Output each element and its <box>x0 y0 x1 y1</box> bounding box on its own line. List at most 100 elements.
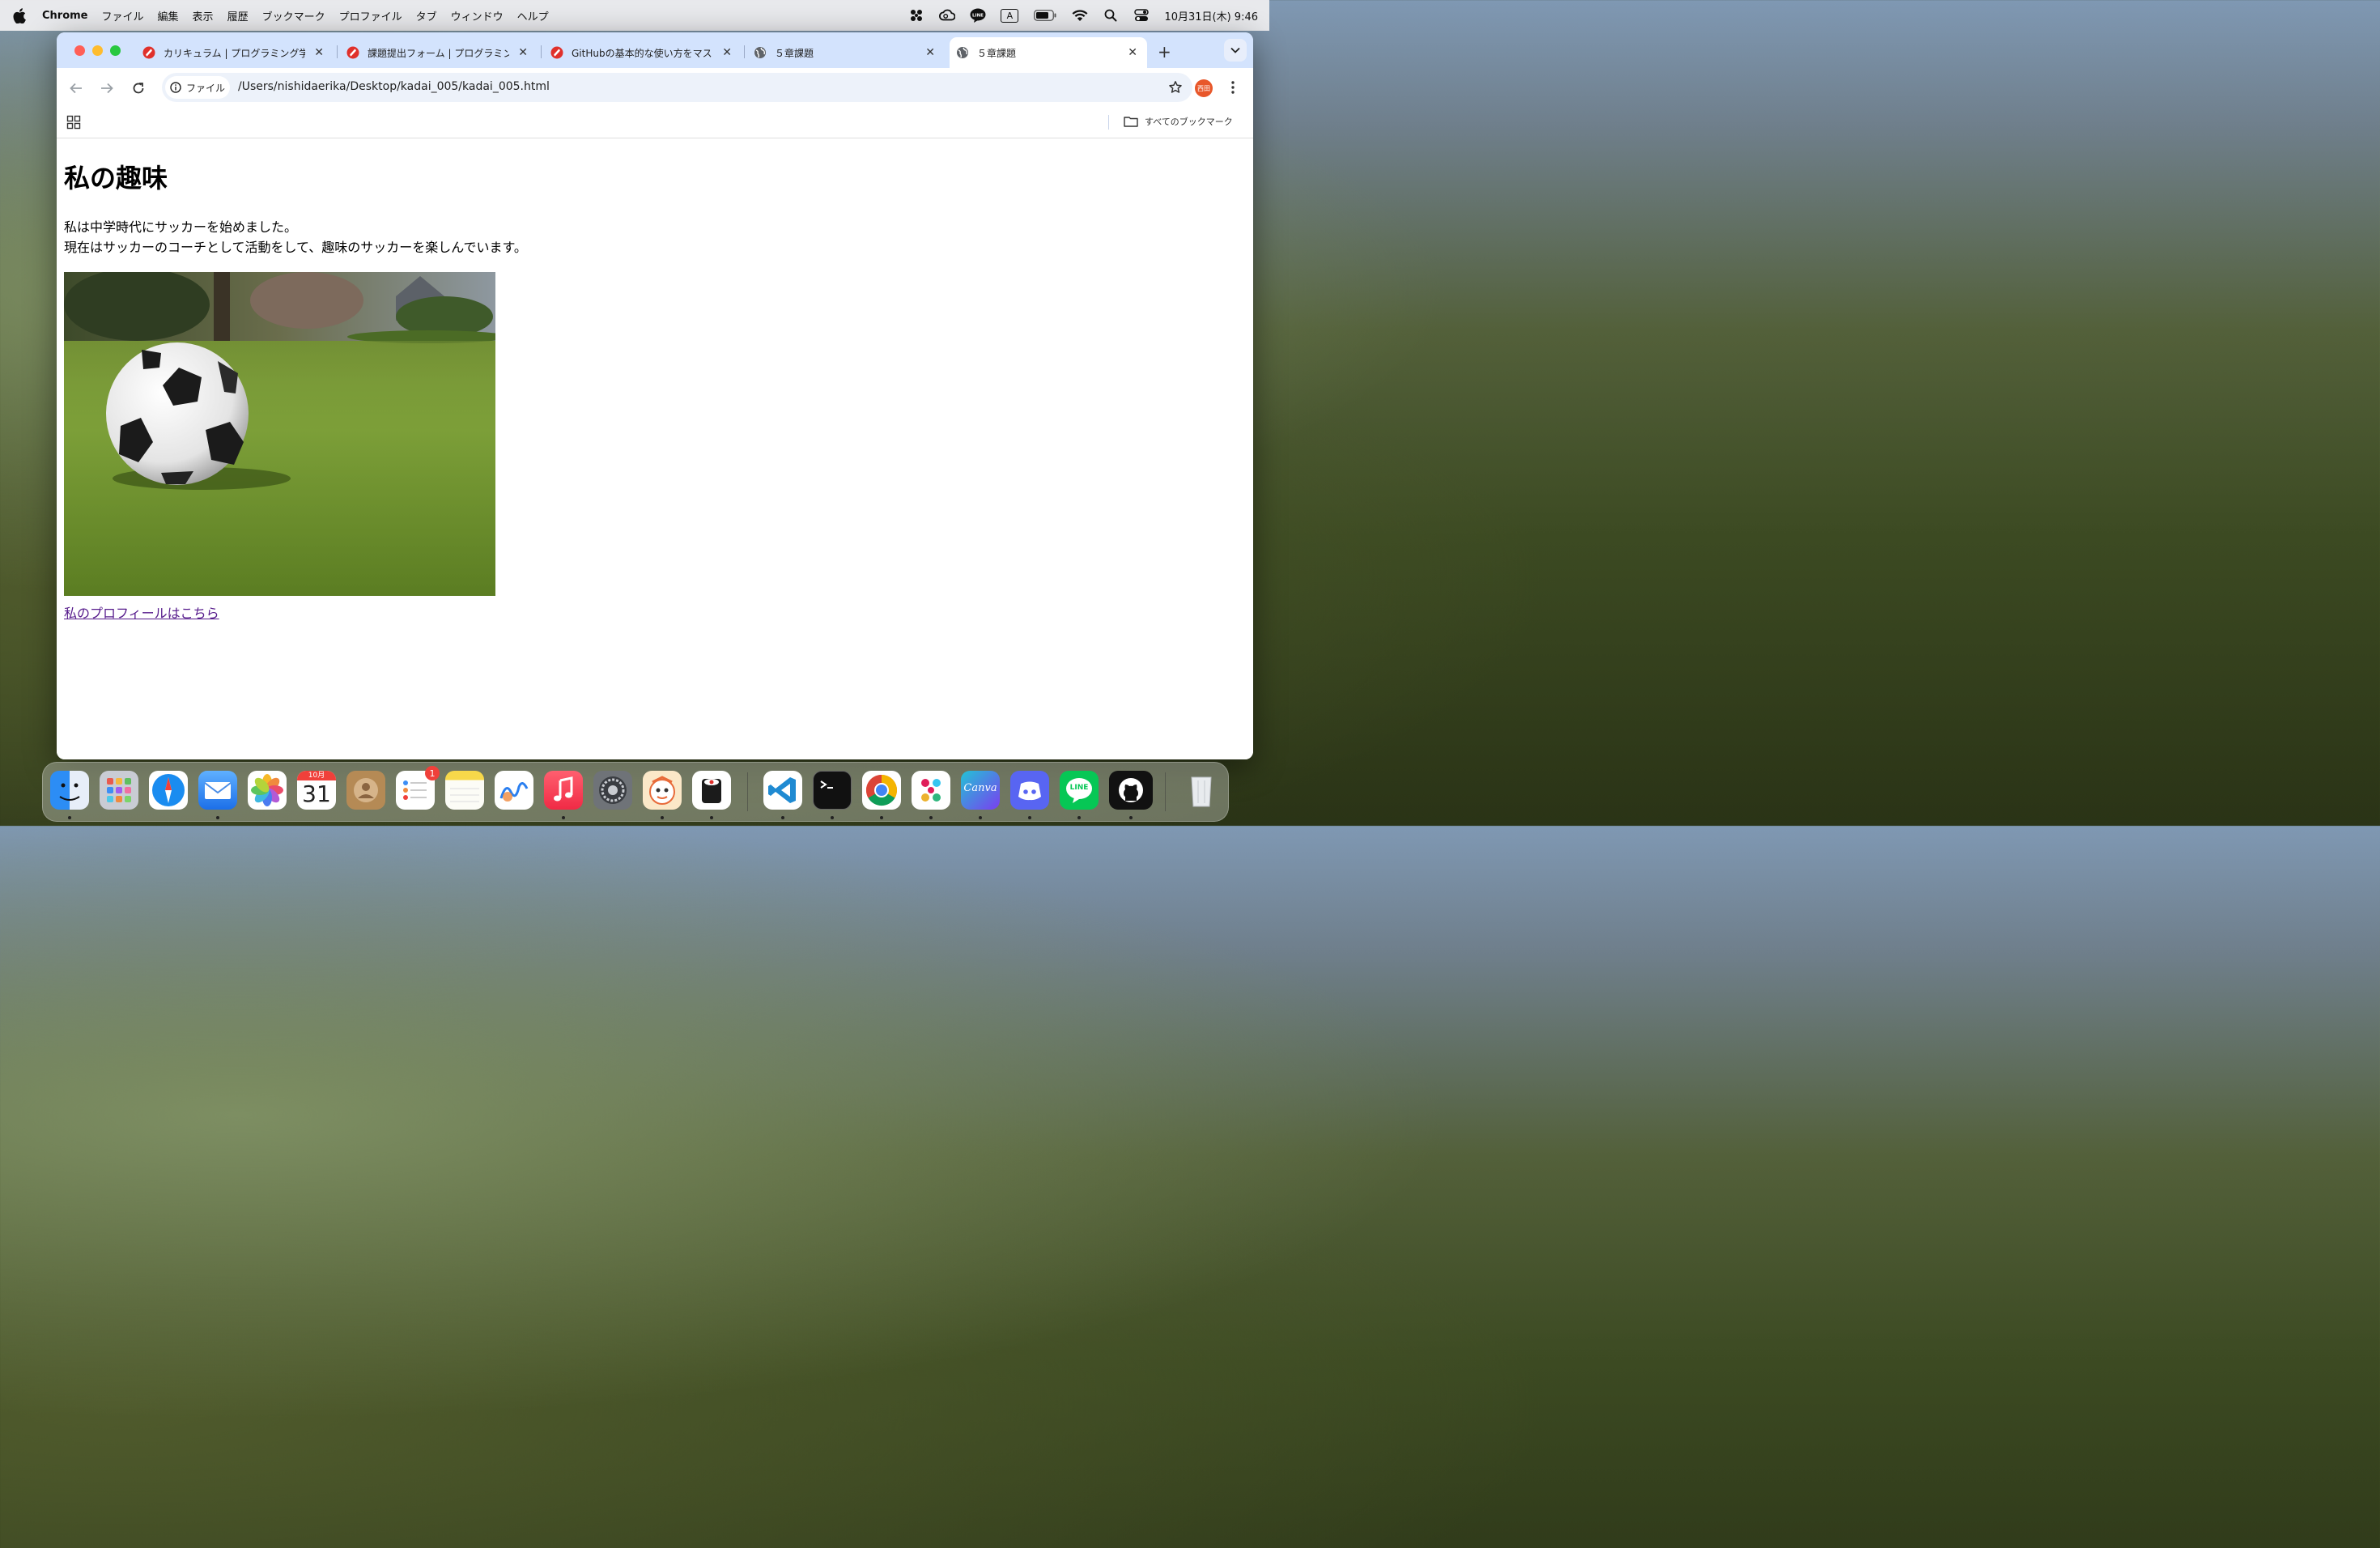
notes-icon[interactable] <box>445 771 484 810</box>
tab-github-guide[interactable]: GitHubの基本的な使い方をマス ✕ <box>544 37 742 68</box>
character-app-icon[interactable] <box>643 771 682 810</box>
menu-view[interactable]: 表示 <box>193 8 214 23</box>
running-indicator <box>216 816 219 819</box>
menu-tab[interactable]: タブ <box>416 8 437 23</box>
profile-link[interactable]: 私のプロフィールはこちら <box>64 602 219 622</box>
menubar-clock[interactable]: 10月31日(木) 9:46 <box>1164 8 1258 23</box>
spotlight-icon[interactable] <box>1103 8 1119 23</box>
safari-icon[interactable] <box>149 771 188 810</box>
apps-grid-icon[interactable] <box>66 115 81 130</box>
running-indicator <box>929 816 933 819</box>
reload-icon <box>133 83 144 94</box>
github-desktop-icon[interactable] <box>1109 771 1153 810</box>
running-indicator <box>562 816 565 819</box>
back-button[interactable] <box>67 79 85 97</box>
tab-search-button[interactable] <box>1224 39 1247 62</box>
close-window-button[interactable] <box>74 45 85 56</box>
tab-chapter5-active[interactable]: ５章課題 ✕ <box>950 37 1147 68</box>
battery-icon[interactable] <box>1033 8 1057 23</box>
minimize-window-button[interactable] <box>92 45 103 56</box>
input-source-icon[interactable]: A <box>1001 8 1019 23</box>
bookmarks-bar: すべてのブックマーク <box>57 108 1253 138</box>
window-controls <box>74 45 121 56</box>
folder-icon <box>1124 117 1138 127</box>
new-tab-button[interactable]: + <box>1158 42 1171 62</box>
tab-title: GitHubの基本的な使い方をマス <box>572 47 712 59</box>
freeform-icon[interactable] <box>495 771 533 810</box>
running-indicator <box>979 816 982 819</box>
close-icon[interactable]: ✕ <box>314 46 324 59</box>
control-center-icon[interactable] <box>1133 8 1150 23</box>
finder-icon[interactable] <box>50 771 89 810</box>
profile-avatar[interactable]: 西田 <box>1195 79 1213 97</box>
apple-menu-icon[interactable] <box>13 7 28 23</box>
creative-cloud-icon[interactable] <box>939 8 956 23</box>
dock-separator <box>1165 772 1166 811</box>
tab-title: カリキュラム | プログラミング学 <box>164 47 305 59</box>
line-app-icon[interactable]: LINE <box>1060 771 1099 810</box>
tab-separator <box>744 45 745 58</box>
site-info-chip[interactable]: ファイル <box>165 76 230 99</box>
paragraph-line-2: 現在はサッカーのコーチとして活動をして、趣味のサッカーを楽しんでいます。 <box>64 240 527 255</box>
info-icon <box>170 82 181 93</box>
menu-profiles[interactable]: プロファイル <box>339 8 402 23</box>
launchpad-icon[interactable] <box>100 771 138 810</box>
tab-title: ５章課題 <box>775 47 814 59</box>
all-bookmarks-button[interactable]: すべてのブックマーク <box>1124 115 1233 128</box>
samurai-icon <box>346 46 359 59</box>
running-indicator <box>1129 816 1133 819</box>
menu-app-chrome[interactable]: Chrome <box>42 10 88 22</box>
menu-help[interactable]: ヘルプ <box>517 8 549 23</box>
sushi-app-icon[interactable] <box>692 771 731 810</box>
menu-file[interactable]: ファイル <box>102 8 144 23</box>
address-bar[interactable]: ファイル /Users/nishidaerika/Desktop/kadai_0… <box>162 73 1192 102</box>
music-icon[interactable] <box>544 771 583 810</box>
wifi-icon[interactable] <box>1072 8 1088 23</box>
running-indicator <box>68 816 71 819</box>
samurai-icon <box>550 46 563 59</box>
paragraph-line-1: 私は中学時代にサッカーを始めました。 <box>64 219 298 235</box>
tab-submission-form[interactable]: 課題提出フォーム | プログラミン ✕ <box>340 37 538 68</box>
chrome-menu-button[interactable] <box>1227 79 1239 96</box>
app-switch-icon[interactable] <box>908 8 924 23</box>
mail-icon[interactable] <box>198 771 237 810</box>
close-icon[interactable]: ✕ <box>518 46 528 59</box>
reload-button[interactable] <box>130 79 147 97</box>
back-arrow-icon <box>70 83 82 94</box>
menu-history[interactable]: 履歴 <box>227 8 249 23</box>
discord-icon[interactable] <box>1010 771 1049 810</box>
calendar-icon[interactable]: 10月 31 <box>297 771 336 810</box>
terminal-icon[interactable] <box>813 771 852 810</box>
chrome-icon[interactable] <box>862 771 901 810</box>
browser-toolbar: ファイル /Users/nishidaerika/Desktop/kadai_0… <box>57 68 1253 108</box>
running-indicator <box>710 816 713 819</box>
macos-dock: 10月 31 1 Canva LINE <box>42 762 1229 822</box>
canva-icon[interactable]: Canva <box>961 771 1000 810</box>
photos-icon[interactable] <box>248 771 287 810</box>
tab-separator <box>337 45 338 58</box>
line-icon[interactable]: LINE <box>970 8 986 23</box>
forward-button[interactable] <box>98 79 116 97</box>
page-heading: 私の趣味 <box>64 163 168 194</box>
menu-bookmarks[interactable]: ブックマーク <box>262 8 325 23</box>
close-icon[interactable]: ✕ <box>722 46 732 59</box>
contacts-icon[interactable] <box>346 771 385 810</box>
menu-window[interactable]: ウィンドウ <box>451 8 504 23</box>
samurai-icon <box>142 46 155 59</box>
calendar-day: 31 <box>302 780 331 807</box>
reminders-icon[interactable]: 1 <box>396 766 440 810</box>
slack-icon[interactable] <box>912 771 950 810</box>
tab-curriculum[interactable]: カリキュラム | プログラミング学 ✕ <box>136 37 334 68</box>
chrome-window: カリキュラム | プログラミング学 ✕ 課題提出フォーム | プログラミン ✕ … <box>57 32 1253 759</box>
zoom-window-button[interactable] <box>110 45 121 56</box>
bookmark-star-icon[interactable] <box>1168 80 1183 95</box>
vscode-icon[interactable] <box>763 771 802 810</box>
system-settings-icon[interactable] <box>593 771 632 810</box>
trash-icon[interactable] <box>1182 771 1221 810</box>
close-icon[interactable]: ✕ <box>1128 46 1137 59</box>
menu-edit[interactable]: 編集 <box>158 8 179 23</box>
close-icon[interactable]: ✕ <box>925 46 935 59</box>
reminders-badge: 1 <box>425 766 440 780</box>
tab-chapter5-1[interactable]: ５章課題 ✕ <box>747 37 945 68</box>
url-text[interactable]: /Users/nishidaerika/Desktop/kadai_005/ka… <box>238 80 550 93</box>
